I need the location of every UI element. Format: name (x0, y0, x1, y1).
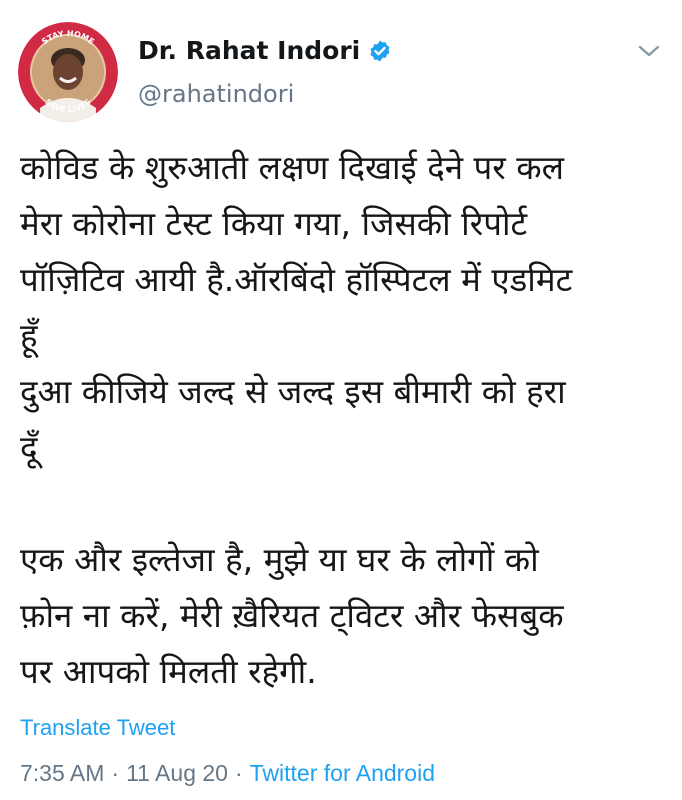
tweet-source-link[interactable]: Twitter for Android (250, 760, 435, 786)
tweet-text: कोविड के शुरुआती लक्षण दिखाई देने पर कल … (20, 148, 573, 691)
tweet-time: 7:35 AM (20, 760, 105, 786)
chevron-down-icon[interactable] (637, 42, 661, 60)
tweet-metadata: 7:35 AM · 11 Aug 20 · Twitter for Android (20, 760, 435, 787)
tweet-date: 11 Aug 20 (126, 760, 228, 786)
verified-badge-icon (368, 39, 392, 63)
author-handle[interactable]: @rahatindori (138, 80, 294, 108)
author-display-name[interactable]: Dr. Rahat Indori (138, 36, 360, 65)
avatar[interactable]: STAY HOME SAVE LIVES (18, 22, 118, 122)
author-name-row[interactable]: Dr. Rahat Indori (138, 36, 392, 65)
translate-tweet-link[interactable]: Translate Tweet (20, 715, 175, 741)
meta-separator: · (111, 760, 120, 786)
meta-separator: · (234, 760, 243, 786)
